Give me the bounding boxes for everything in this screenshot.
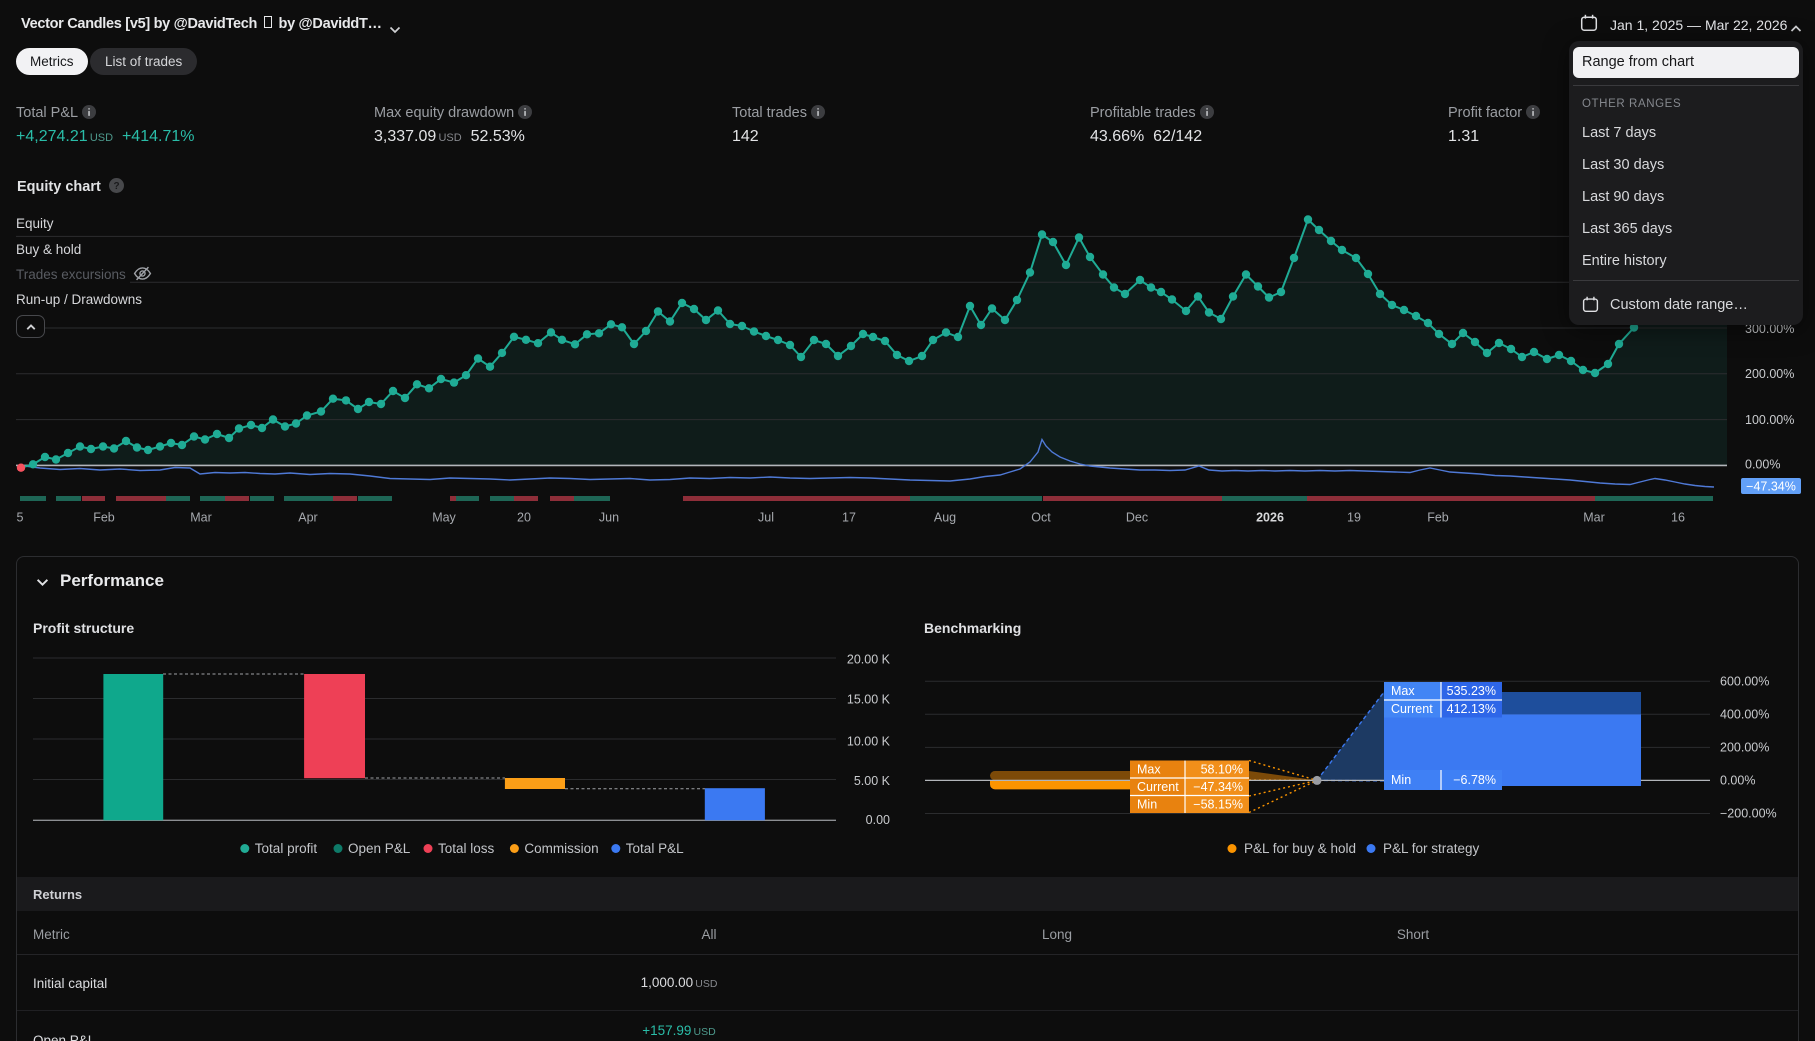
- svg-text:400.00%: 400.00%: [1720, 708, 1769, 722]
- svg-text:May: May: [432, 511, 456, 525]
- svg-text:Min: Min: [1137, 797, 1157, 811]
- svg-text:Oct: Oct: [1031, 511, 1051, 525]
- svg-text:Mar: Mar: [1583, 511, 1605, 525]
- svg-text:Dec: Dec: [1126, 511, 1148, 525]
- svg-text:Current: Current: [1137, 780, 1179, 794]
- svg-text:−200.00%: −200.00%: [1720, 807, 1777, 821]
- svg-text:20: 20: [517, 511, 531, 525]
- svg-text:58.10%: 58.10%: [1201, 762, 1243, 776]
- svg-text:Feb: Feb: [93, 511, 115, 525]
- svg-text:Mar: Mar: [190, 511, 212, 525]
- svg-text:412.13%: 412.13%: [1447, 702, 1496, 716]
- svg-text:19: 19: [1347, 511, 1361, 525]
- svg-text:−6.78%: −6.78%: [1453, 773, 1496, 787]
- svg-text:0.00%: 0.00%: [1745, 458, 1780, 472]
- svg-text:Feb: Feb: [1427, 511, 1449, 525]
- svg-text:535.23%: 535.23%: [1447, 684, 1496, 698]
- svg-text:5: 5: [17, 511, 24, 525]
- svg-text:Aug: Aug: [934, 511, 956, 525]
- svg-text:600.00%: 600.00%: [1720, 675, 1769, 689]
- svg-text:−47.34%: −47.34%: [1746, 480, 1796, 494]
- svg-text:Jul: Jul: [758, 511, 774, 525]
- svg-text:Max: Max: [1137, 762, 1161, 776]
- svg-text:Apr: Apr: [298, 511, 317, 525]
- svg-text:200.00%: 200.00%: [1745, 367, 1794, 381]
- svg-text:Current: Current: [1391, 702, 1433, 716]
- svg-text:0.00%: 0.00%: [1720, 774, 1755, 788]
- svg-text:2026: 2026: [1256, 511, 1284, 525]
- svg-text:200.00%: 200.00%: [1720, 741, 1769, 755]
- svg-text:Max: Max: [1391, 684, 1415, 698]
- svg-text:P&L for strategy: P&L for strategy: [1383, 841, 1480, 856]
- svg-text:P&L for buy & hold: P&L for buy & hold: [1244, 841, 1356, 856]
- svg-text:−58.15%: −58.15%: [1193, 797, 1243, 811]
- svg-text:Min: Min: [1391, 773, 1411, 787]
- svg-text:−47.34%: −47.34%: [1193, 780, 1243, 794]
- svg-text:Jun: Jun: [599, 511, 619, 525]
- svg-text:16: 16: [1671, 511, 1685, 525]
- svg-text:17: 17: [842, 511, 856, 525]
- svg-text:100.00%: 100.00%: [1745, 413, 1794, 427]
